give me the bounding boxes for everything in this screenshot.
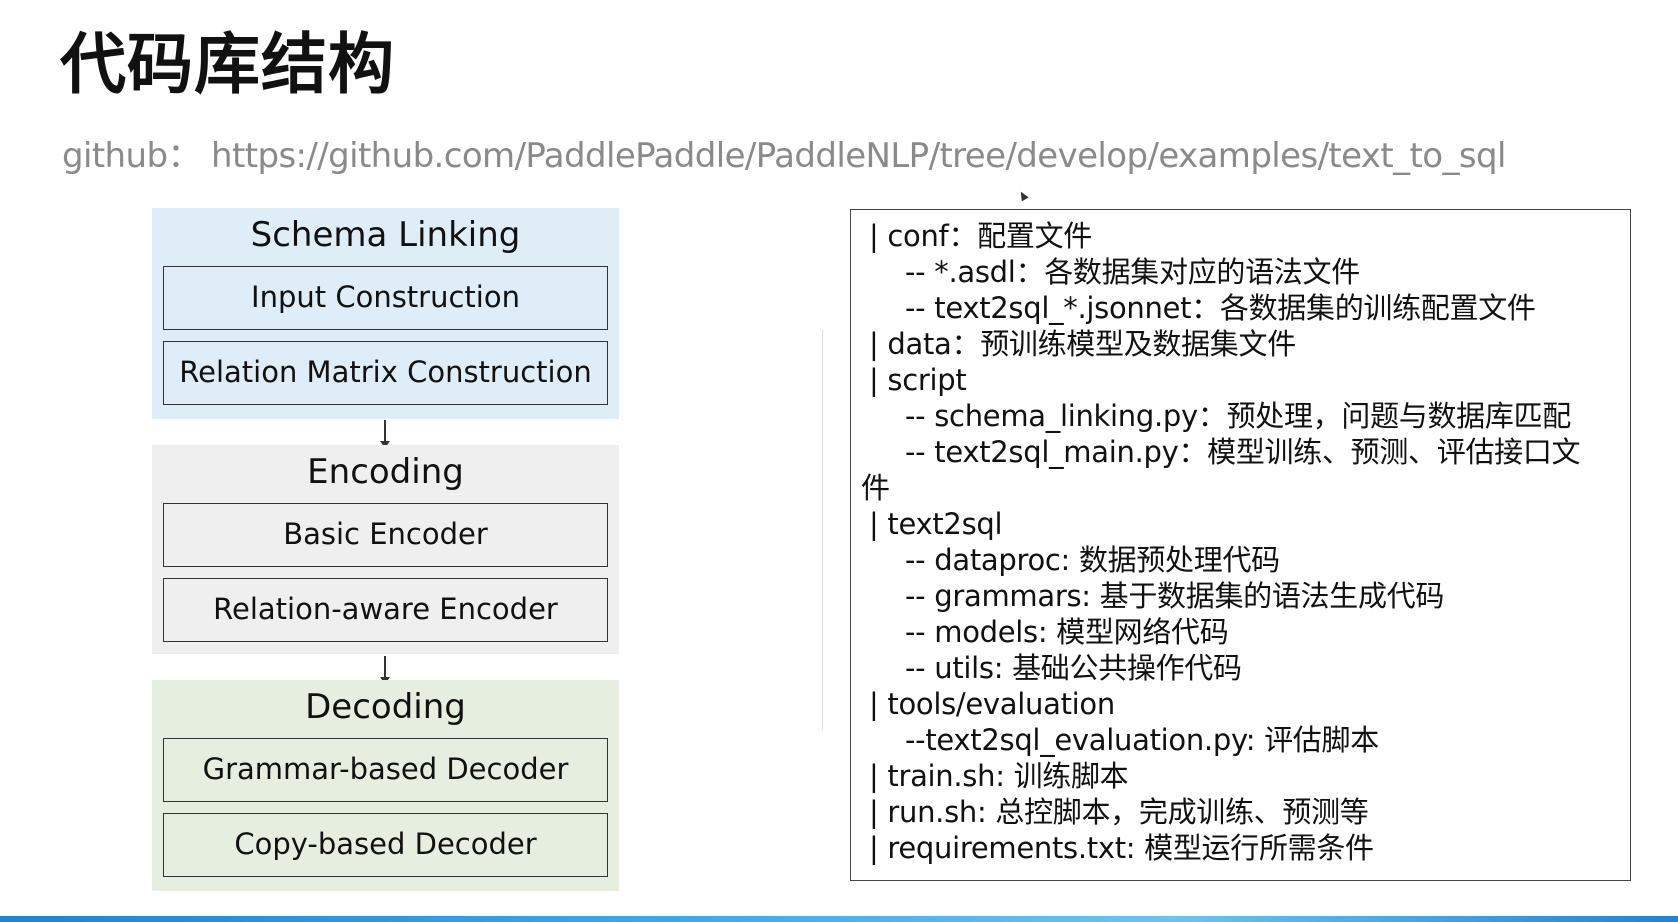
tree-line-dataproc: -- dataproc: 数据预处理代码 — [905, 543, 1280, 577]
schema-linking-title: Schema Linking — [250, 215, 521, 255]
tree-line-asdl: -- *.asdl：各数据集对应的语法文件 — [905, 255, 1360, 289]
encoding-panel: Encoding Basic Encoder Relation-aware En… — [152, 445, 619, 654]
mouse-cursor-icon — [1017, 189, 1029, 202]
tree-line-evaluation-py: --text2sql_evaluation.py: 评估脚本 — [905, 723, 1379, 757]
copy-based-decoder-box: Copy-based Decoder — [163, 813, 608, 877]
tree-line-conf: | conf：配置文件 — [869, 219, 1092, 253]
tree-line-text2sql-main: -- text2sql_main.py：模型训练、预测、评估接口文 — [905, 435, 1581, 469]
input-construction-box: Input Construction — [163, 266, 608, 330]
tree-line-run-sh: | run.sh: 总控脚本，完成训练、预测等 — [869, 795, 1369, 829]
tree-line-tools-evaluation: | tools/evaluation — [869, 687, 1115, 721]
tree-line-text2sql: | text2sql — [869, 507, 1003, 541]
schema-linking-panel: Schema Linking Input Construction Relati… — [152, 208, 619, 419]
decoding-title: Decoding — [305, 687, 466, 727]
tree-line-train-sh: | train.sh: 训练脚本 — [869, 759, 1129, 793]
tree-line-grammars: -- grammars: 基于数据集的语法生成代码 — [905, 579, 1445, 613]
basic-encoder-box: Basic Encoder — [163, 503, 608, 567]
relation-matrix-construction-box: Relation Matrix Construction — [163, 341, 608, 405]
grammar-based-decoder-box: Grammar-based Decoder — [163, 738, 608, 802]
tree-line-schema-linking: -- schema_linking.py：预处理，问题与数据库匹配 — [905, 399, 1571, 433]
tree-line-wrap: 件 — [861, 471, 890, 505]
tree-line-jsonnet: -- text2sql_*.jsonnet：各数据集的训练配置文件 — [905, 291, 1536, 325]
tree-line-utils: -- utils: 基础公共操作代码 — [905, 651, 1242, 685]
slide-title: 代码库结构 — [60, 26, 395, 103]
encoding-title: Encoding — [307, 452, 464, 492]
code-structure-tree: | conf：配置文件 -- *.asdl：各数据集对应的语法文件 -- tex… — [850, 209, 1631, 881]
bottom-accent-bar — [0, 916, 1678, 922]
tree-line-script: | script — [869, 363, 967, 397]
decoding-panel: Decoding Grammar-based Decoder Copy-base… — [152, 680, 619, 891]
tree-line-data: | data：预训练模型及数据集文件 — [869, 327, 1296, 361]
relation-aware-encoder-box: Relation-aware Encoder — [163, 578, 608, 642]
down-arrow-icon — [380, 656, 390, 684]
tree-line-models: -- models: 模型网络代码 — [905, 615, 1229, 649]
divider-line — [822, 330, 823, 730]
github-link-text: github： https://github.com/PaddlePaddle/… — [62, 136, 1506, 176]
tree-line-requirements: | requirements.txt: 模型运行所需条件 — [869, 831, 1374, 865]
slide: 代码库结构 github： https://github.com/PaddleP… — [0, 0, 1678, 922]
down-arrow-icon — [380, 420, 390, 448]
